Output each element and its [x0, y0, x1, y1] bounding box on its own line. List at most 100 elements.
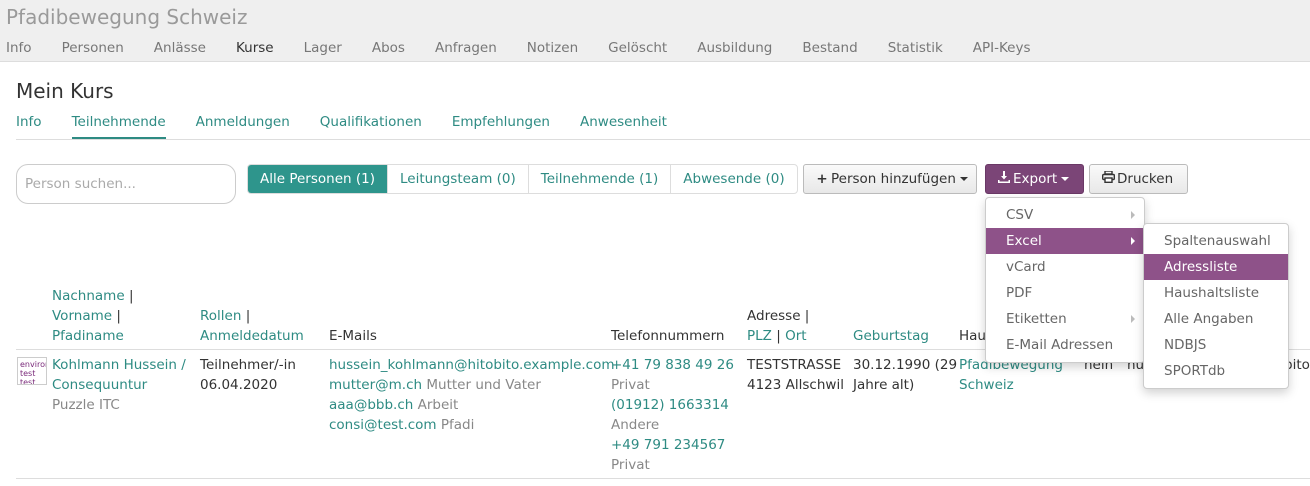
header-household: Hau	[959, 328, 986, 344]
plus-icon: +	[816, 171, 828, 187]
email-label: Mutter und Vater	[426, 377, 541, 393]
download-icon	[997, 165, 1011, 193]
sort-plz[interactable]: PLZ	[747, 328, 772, 344]
nav-personen[interactable]: Personen	[62, 40, 124, 56]
role-cell: Teilnehmer/-in 06.04.2020	[200, 355, 296, 395]
sort-vorname[interactable]: Vorname	[52, 308, 112, 324]
nav-bestand[interactable]: Bestand	[802, 40, 857, 56]
add-person-label: Person hinzufügen	[831, 171, 956, 187]
person-name-link-1[interactable]: Kohlmann Hussein /	[52, 357, 186, 373]
phone-label: Privat	[611, 457, 650, 473]
birthday-cell: 30.12.1990 (29 Jahre alt)	[853, 355, 957, 395]
nav-kurse[interactable]: Kurse	[236, 40, 274, 56]
sort-nachname[interactable]: Nachname	[52, 288, 125, 304]
export-label: Export	[1013, 171, 1058, 187]
email-label: Arbeit	[417, 397, 459, 413]
sort-rollen[interactable]: Rollen	[200, 308, 241, 324]
nav-anfragen[interactable]: Anfragen	[435, 40, 497, 56]
phone-link[interactable]: +41 79 838 49 26	[611, 357, 734, 373]
sort-pfadiname[interactable]: Pfadiname	[52, 328, 124, 344]
course-tabs: Info Teilnehmende Anmeldungen Qualifikat…	[16, 114, 697, 139]
email-cell: hussein_kohlmann@hitobito.example.com mu…	[329, 355, 615, 435]
submenu-item-spaltenauswahl[interactable]: Spaltenauswahl	[1144, 228, 1288, 254]
group-link-2[interactable]: Schweiz	[959, 377, 1014, 393]
caret-down-icon	[1061, 177, 1070, 181]
person-name-link-2[interactable]: Consequuntur	[52, 377, 147, 393]
role-filter-group: Alle Personen (1) Leitungsteam (0) Teiln…	[247, 164, 798, 194]
address-cell: TESTSTRASSE 4123 Allschwil	[747, 355, 844, 395]
submenu-item-haushaltsliste[interactable]: Haushaltsliste	[1144, 280, 1288, 306]
caret-down-icon	[959, 177, 968, 181]
nav-anlaesse[interactable]: Anlässe	[154, 40, 206, 56]
birthday-line-1: 30.12.1990 (29	[853, 357, 958, 373]
nav-ausbildung[interactable]: Ausbildung	[697, 40, 772, 56]
filter-alle-personen[interactable]: Alle Personen (1)	[248, 165, 387, 193]
sort-anmeldedatum[interactable]: Anmeldedatum	[200, 328, 304, 344]
header-address: Adresse | PLZ | Ort	[747, 308, 810, 344]
phone-label: Privat	[611, 377, 650, 393]
header-phones: Telefonnummern	[611, 328, 725, 344]
email-link[interactable]: aaa@bbb.ch	[329, 397, 413, 413]
email-link[interactable]: hussein_kohlmann@hitobito.example.com	[329, 357, 615, 373]
tab-anwesenheit[interactable]: Anwesenheit	[580, 114, 667, 139]
brand-title[interactable]: Pfadibewegung Schweiz	[6, 5, 247, 29]
print-button[interactable]: Drucken	[1089, 164, 1188, 194]
printer-icon	[1101, 165, 1115, 193]
export-button[interactable]: Export	[985, 164, 1084, 194]
person-name-cell: Kohlmann Hussein / Consequuntur Puzzle I…	[52, 355, 186, 415]
menu-item-pdf[interactable]: PDF	[986, 280, 1144, 306]
avatar: environ test test	[17, 357, 47, 385]
phone-link[interactable]: (01912) 1663314	[611, 397, 729, 413]
submenu-item-alle-angaben[interactable]: Alle Angaben	[1144, 306, 1288, 332]
street: TESTSTRASSE	[747, 357, 842, 373]
registration-date: 06.04.2020	[200, 377, 278, 393]
tab-info[interactable]: Info	[16, 114, 42, 139]
excel-submenu: Spaltenauswahl Adressliste Haushaltslist…	[1143, 223, 1289, 389]
filter-leitungsteam[interactable]: Leitungsteam (0)	[386, 165, 528, 193]
tab-teilnehmende[interactable]: Teilnehmende	[71, 114, 166, 139]
filter-teilnehmende[interactable]: Teilnehmende (1)	[527, 165, 670, 193]
nav-api-keys[interactable]: API-Keys	[973, 40, 1031, 56]
print-label: Drucken	[1117, 171, 1174, 187]
nav-abos[interactable]: Abos	[372, 40, 405, 56]
header-adresse-label: Adresse	[747, 308, 801, 324]
nav-notizen[interactable]: Notizen	[527, 40, 578, 56]
row-divider	[16, 478, 1310, 479]
email-link[interactable]: mutter@m.ch	[329, 377, 422, 393]
menu-item-email-adressen[interactable]: E-Mail Adressen	[986, 332, 1144, 358]
sort-ort[interactable]: Ort	[785, 328, 806, 344]
header-roles: Rollen | Anmeldedatum	[200, 308, 304, 344]
phone-label: Andere	[611, 417, 660, 433]
email-link[interactable]: consi@test.com	[329, 417, 437, 433]
phone-cell: +41 79 838 49 26 Privat (01912) 1663314 …	[611, 355, 734, 475]
email-label: Pfadi	[440, 417, 475, 433]
main-nav: Info Personen Anlässe Kurse Lager Abos A…	[6, 40, 1061, 56]
phone-link[interactable]: +49 791 234567	[611, 437, 725, 453]
tab-empfehlungen[interactable]: Empfehlungen	[452, 114, 550, 139]
filter-abwesende[interactable]: Abwesende (0)	[670, 165, 796, 193]
person-pfadiname: Puzzle ITC	[52, 397, 120, 413]
page-title: Mein Kurs	[16, 79, 114, 103]
submenu-item-sportdb[interactable]: SPORTdb	[1144, 358, 1288, 384]
role-text: Teilnehmer/-in	[200, 357, 296, 373]
export-dropdown-menu: CSV Excel vCard PDF Etiketten E-Mail Adr…	[985, 197, 1145, 363]
submenu-item-ndbjs[interactable]: NDBJS	[1144, 332, 1288, 358]
nav-info[interactable]: Info	[6, 40, 32, 56]
nav-lager[interactable]: Lager	[304, 40, 342, 56]
sort-geburtstag[interactable]: Geburtstag	[853, 326, 929, 346]
tabs-divider	[16, 139, 1310, 140]
menu-item-etiketten[interactable]: Etiketten	[986, 306, 1144, 332]
nav-statistik[interactable]: Statistik	[888, 40, 943, 56]
birthday-line-2: Jahre alt)	[853, 377, 915, 393]
menu-item-excel[interactable]: Excel	[986, 228, 1144, 254]
tab-qualifikationen[interactable]: Qualifikationen	[320, 114, 422, 139]
person-search-input[interactable]	[16, 164, 236, 204]
zip-city: 4123 Allschwil	[747, 377, 844, 393]
menu-item-vcard[interactable]: vCard	[986, 254, 1144, 280]
header-name: Nachname | Vorname | Pfadiname	[52, 288, 134, 344]
add-person-button[interactable]: + Person hinzufügen	[803, 164, 977, 194]
tab-anmeldungen[interactable]: Anmeldungen	[196, 114, 290, 139]
submenu-item-adressliste[interactable]: Adressliste	[1144, 254, 1288, 280]
nav-geloescht[interactable]: Gelöscht	[608, 40, 667, 56]
menu-item-csv[interactable]: CSV	[986, 202, 1144, 228]
